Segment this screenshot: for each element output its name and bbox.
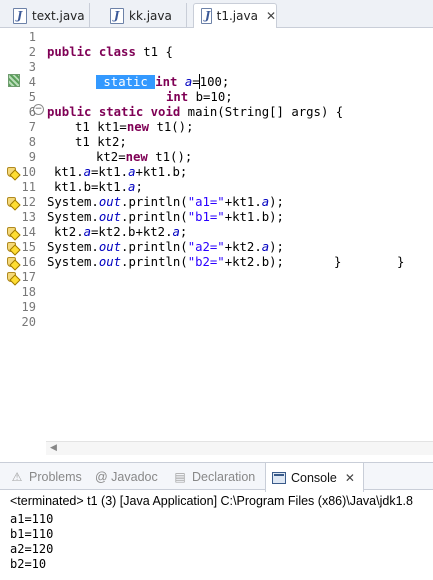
scroll-left-icon[interactable]: ◀	[50, 443, 57, 453]
tab-declaration[interactable]: ▤ Declaration	[173, 463, 255, 491]
java-file-icon	[201, 8, 212, 24]
line-number: 1	[28, 30, 36, 44]
console-status: <terminated> t1 (3) [Java Application] C…	[10, 494, 413, 508]
code-editor[interactable]: − 1 2 3 4 5 6 7 8 9 10 11 12 13 14 15 16…	[0, 28, 433, 455]
line-number: 5	[28, 90, 36, 104]
line-number: 6	[28, 105, 36, 119]
editor-tab-bar: text.java kk.java t1.java ✕	[0, 0, 433, 29]
horizontal-scrollbar[interactable]: ◀	[46, 441, 433, 455]
code-area[interactable]: public class t1 { static int a=100; int …	[47, 28, 433, 444]
selected-text: static	[96, 75, 156, 89]
console-output-line: a1=110	[10, 512, 54, 526]
tab-text-java[interactable]: text.java	[6, 3, 90, 28]
tab-problems[interactable]: ⚠ Problems	[10, 463, 82, 491]
tab-label: t1.java	[216, 9, 258, 23]
console-output-line: b2=10	[10, 557, 47, 571]
tab-label: Problems	[29, 470, 82, 484]
line-number: 13	[21, 210, 36, 224]
line-number: 16	[21, 255, 36, 269]
java-file-icon	[110, 7, 124, 24]
console-output-line: a2=120	[10, 542, 54, 556]
tab-label: Declaration	[192, 470, 256, 484]
closing-brace: }	[397, 255, 405, 269]
line-number: 14	[21, 225, 36, 239]
text-cursor	[199, 74, 200, 89]
code-line: t1 kt1=new t1();	[75, 120, 194, 134]
tab-label: @ Javadoc	[95, 470, 158, 484]
line-number: 15	[21, 240, 36, 254]
line-number: 17	[21, 270, 36, 284]
code-line: kt2.a=kt2.b+kt2.a;	[54, 225, 188, 239]
code-line: public static void main(String[] args) {	[47, 105, 344, 119]
code-line: static int a=100;	[96, 75, 229, 90]
code-line: System.out.println("a1="+kt1.a);	[47, 195, 284, 209]
console-output-line: b1=110	[10, 527, 54, 541]
tab-kk-java[interactable]: kk.java	[103, 3, 187, 28]
problems-icon: ⚠	[11, 470, 23, 484]
tab-javadoc[interactable]: @ Javadoc	[95, 463, 158, 491]
line-number: 11	[21, 180, 36, 194]
code-line: System.out.println("a2="+kt2.a);	[47, 240, 284, 254]
tab-label: Console	[291, 470, 337, 485]
code-line: kt1.a=kt1.a+kt1.b;	[54, 165, 188, 179]
tab-label: kk.java	[129, 8, 172, 23]
code-line: System.out.println("b2="+kt2.b);	[47, 255, 284, 269]
line-number: 8	[28, 135, 36, 149]
closing-brace: }	[334, 255, 342, 269]
code-line: public class t1 {	[47, 45, 173, 59]
code-line: int b=10;	[166, 90, 233, 104]
tab-t1-java[interactable]: t1.java ✕	[193, 3, 277, 29]
code-line: kt1.b=kt1.a;	[54, 180, 143, 194]
line-number-gutter: − 1 2 3 4 5 6 7 8 9 10 11 12 13 14 15 16…	[0, 28, 46, 444]
line-number: 12	[21, 195, 36, 209]
line-number: 19	[21, 300, 36, 314]
line-number: 7	[28, 120, 36, 134]
tab-console[interactable]: Console ✕	[265, 463, 364, 492]
line-number: 3	[28, 60, 36, 74]
close-tab-icon[interactable]: ✕	[266, 9, 276, 23]
line-number: 9	[28, 150, 36, 164]
java-file-icon	[13, 7, 27, 24]
console-icon	[272, 471, 286, 484]
code-line: System.out.println("b1="+kt1.b);	[47, 210, 284, 224]
tab-label: text.java	[32, 8, 85, 23]
line-number: 18	[21, 285, 36, 299]
close-tab-icon[interactable]: ✕	[345, 471, 355, 485]
declaration-icon: ▤	[174, 470, 186, 484]
line-number: 10	[21, 165, 36, 179]
code-line: kt2=new t1();	[96, 150, 193, 164]
view-tab-bar: ⚠ Problems @ Javadoc ▤ Declaration Conso…	[0, 462, 433, 492]
line-number: 20	[21, 315, 36, 329]
line-number: 4	[28, 75, 36, 89]
code-line: t1 kt2;	[75, 135, 127, 149]
line-number: 2	[28, 45, 36, 59]
